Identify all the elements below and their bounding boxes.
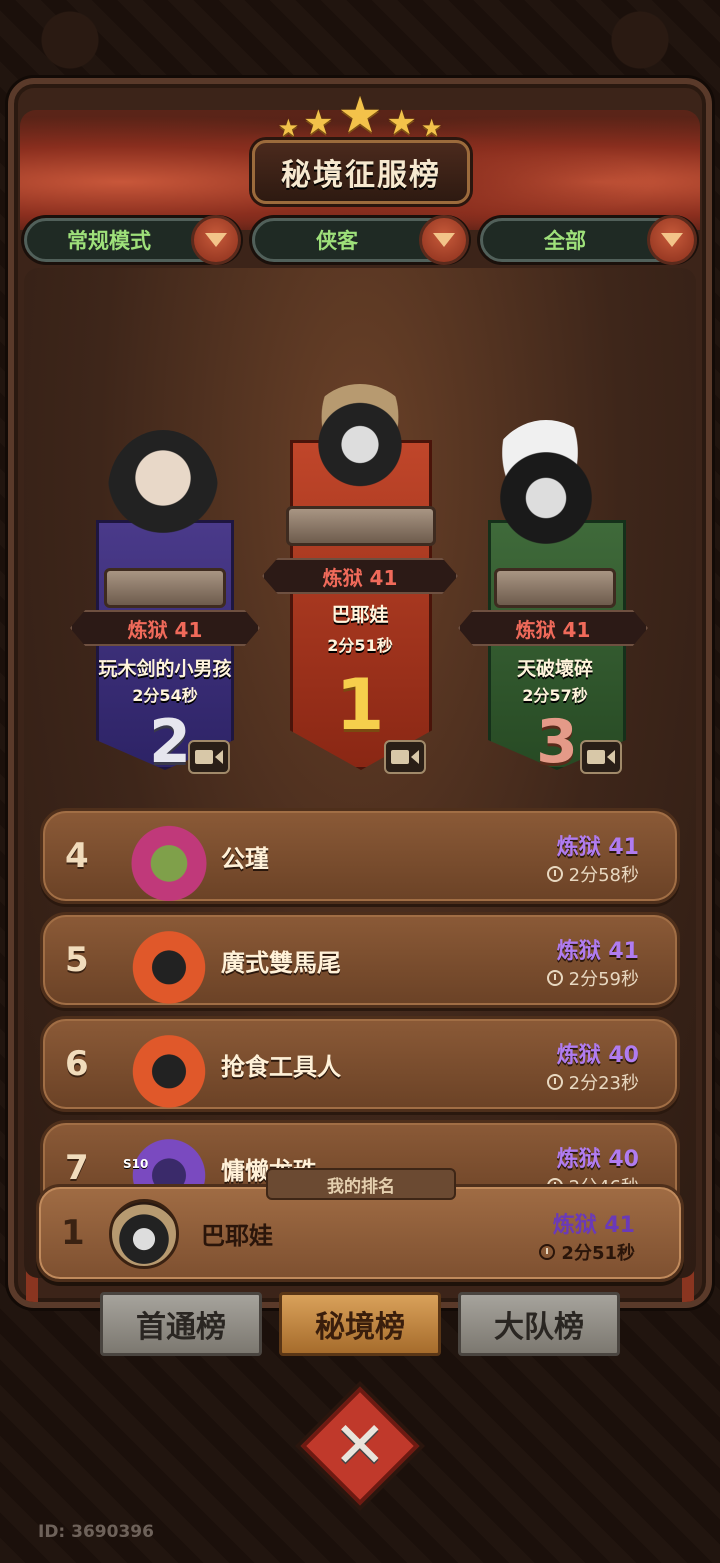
podium-first-rank: 1 <box>335 664 385 746</box>
class-filter-label: 侠客 <box>316 229 358 253</box>
my-rank-name: 巴耶娃 <box>201 1221 273 1250</box>
avatar-white-plume <box>486 420 606 550</box>
podium-first-level: 炼狱 41 <box>262 558 458 594</box>
tab-team[interactable]: 大队榜 <box>458 1292 620 1356</box>
row-name: 抢食工具人 <box>221 1052 341 1081</box>
podium-third-rank: 3 <box>536 707 578 777</box>
tab-secret-realm[interactable]: 秘境榜 <box>279 1292 441 1356</box>
clock-icon <box>546 970 563 986</box>
player-id: ID: 3690396 <box>38 1522 154 1542</box>
podium-second-name: 玩木剑的小男孩 <box>98 658 232 680</box>
page-title-plate: 秘境征服榜 <box>252 140 470 204</box>
video-camera-icon <box>195 750 213 764</box>
replay-video-button[interactable] <box>188 740 230 774</box>
avatar-straw-hat <box>304 384 416 494</box>
row-rank: 5 <box>65 940 89 980</box>
tab-first-clear[interactable]: 首通榜 <box>100 1292 262 1356</box>
chevron-down-icon[interactable] <box>647 215 697 265</box>
podium-first-name: 巴耶娃 <box>331 604 389 626</box>
star-icon: ★ <box>420 114 443 142</box>
row-time: 2分59秒 <box>546 965 639 991</box>
chevron-down-icon[interactable] <box>191 215 241 265</box>
mode-filter-dropdown[interactable]: 常规模式 <box>24 215 241 265</box>
row-rank: 4 <box>65 836 89 876</box>
class-filter-dropdown[interactable]: 侠客 <box>252 215 469 265</box>
my-rank-tag: 我的排名 <box>266 1168 456 1200</box>
close-icon: ✕ <box>333 1409 387 1483</box>
star-icon: ★ <box>277 114 300 142</box>
row-time: 2分23秒 <box>546 1069 639 1095</box>
row-level: 炼狱 40 <box>556 1147 639 1172</box>
podium-cap <box>494 568 616 608</box>
row-time: 2分58秒 <box>546 861 639 887</box>
replay-video-button[interactable] <box>580 740 622 774</box>
avatar-angel-heart <box>127 815 211 903</box>
podium-first-time: 2分51秒 <box>327 636 393 655</box>
scope-filter-dropdown[interactable]: 全部 <box>480 215 697 265</box>
row-name: 廣式雙馬尾 <box>221 948 341 977</box>
avatar-flame-creature <box>127 1023 211 1111</box>
avatar-flame-creature <box>127 919 211 1007</box>
clock-icon <box>546 866 563 882</box>
row-level: 炼狱 41 <box>556 835 639 860</box>
podium-cap <box>286 506 436 546</box>
podium-third-name: 天破壞碎 <box>516 658 593 680</box>
podium-cap <box>104 568 226 608</box>
star-icon: ★ <box>303 103 334 143</box>
mode-filter-label: 常规模式 <box>67 229 151 253</box>
podium-second-time: 2分54秒 <box>132 686 198 705</box>
my-rank-level: 炼狱 41 <box>552 1213 635 1238</box>
clock-icon <box>546 1074 563 1090</box>
row-name: 公瑾 <box>221 844 269 873</box>
podium-third-time: 2分57秒 <box>522 686 588 705</box>
page-title: 秘境征服榜 <box>281 158 441 193</box>
my-rank-time: 2分51秒 <box>539 1239 635 1265</box>
podium-second-level: 炼狱 41 <box>70 610 260 646</box>
row-level: 炼狱 41 <box>556 939 639 964</box>
replay-video-button[interactable] <box>384 740 426 774</box>
table-row[interactable]: 4 公瑾 炼狱 41 2分58秒 <box>40 808 680 904</box>
avatar-swordsman <box>108 430 218 550</box>
table-row[interactable]: 6 抢食工具人 炼狱 40 2分23秒 <box>40 1016 680 1112</box>
rating-stars: ★ ★ ★ ★ ★ <box>268 90 452 140</box>
video-camera-icon <box>587 750 605 764</box>
podium-third-level: 炼狱 41 <box>458 610 648 646</box>
avatar <box>109 1199 179 1269</box>
chevron-down-icon[interactable] <box>419 215 469 265</box>
star-icon: ★ <box>337 86 383 144</box>
star-icon: ★ <box>386 103 417 143</box>
scope-filter-label: 全部 <box>544 229 586 253</box>
table-row[interactable]: 5 廣式雙馬尾 炼狱 41 2分59秒 <box>40 912 680 1008</box>
video-camera-icon <box>391 750 409 764</box>
row-level: 炼狱 40 <box>556 1043 639 1068</box>
my-rank-number: 1 <box>61 1213 85 1253</box>
season-badge: S10 <box>123 1157 149 1171</box>
clock-icon <box>539 1244 556 1260</box>
row-rank: 6 <box>65 1044 89 1084</box>
